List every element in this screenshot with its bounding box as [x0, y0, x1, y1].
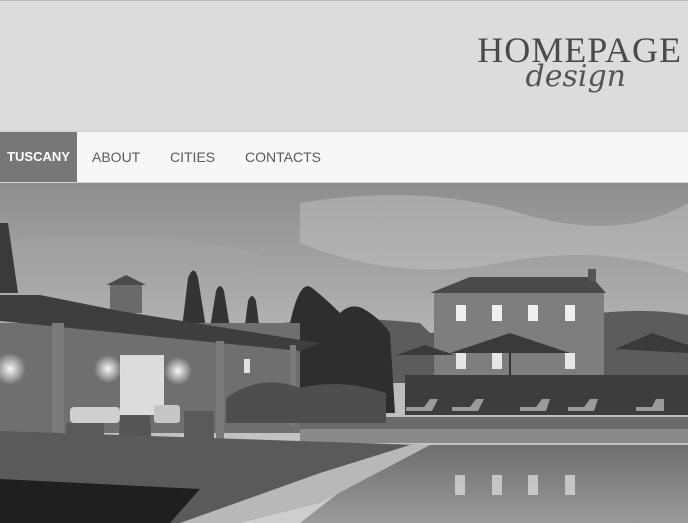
- main-navigation: TUSCANY ABOUT CITIES CONTACTS: [0, 131, 688, 183]
- tuscany-villa-photo: [0, 183, 688, 523]
- nav-item-contacts[interactable]: CONTACTS: [245, 132, 321, 182]
- site-header: HOMEPAGE design: [0, 1, 688, 131]
- site-logo[interactable]: HOMEPAGE design: [462, 29, 682, 119]
- hero-photo: [0, 183, 688, 523]
- nav-item-cities[interactable]: CITIES: [170, 132, 215, 182]
- nav-item-about[interactable]: ABOUT: [92, 132, 140, 182]
- nav-item-tuscany[interactable]: TUSCANY: [0, 132, 77, 182]
- logo-tagline: design: [525, 59, 626, 94]
